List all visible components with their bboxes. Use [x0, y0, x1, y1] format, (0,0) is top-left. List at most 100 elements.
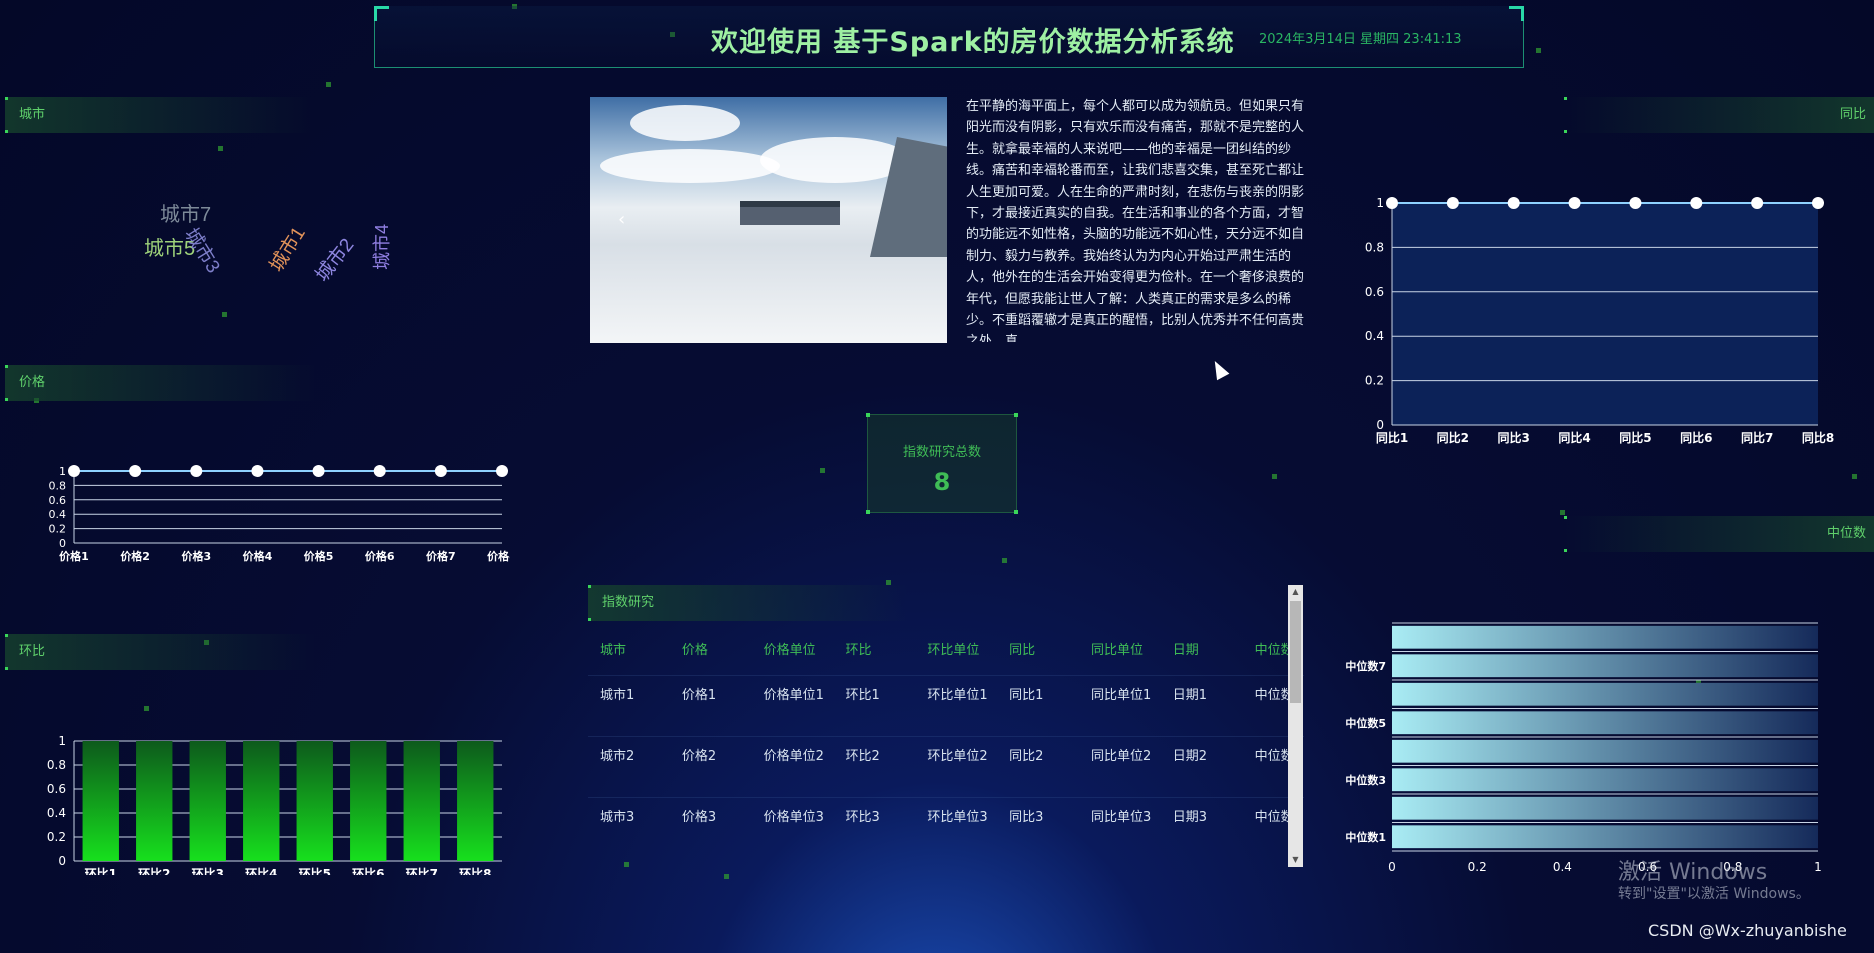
carousel-image[interactable]: ‹	[590, 97, 947, 343]
carousel-prev-icon[interactable]: ‹	[618, 209, 625, 230]
table-cell: 日期2	[1160, 735, 1243, 797]
x-tick-label: 价格8	[487, 549, 510, 563]
panel-title: 同比	[1839, 107, 1866, 122]
table-cell: 环比单位3	[915, 796, 998, 858]
cloud-shape	[600, 149, 780, 183]
table-cell: 同比单位3	[1078, 796, 1161, 858]
data-point	[1446, 197, 1459, 209]
bar	[1392, 711, 1818, 735]
particle	[144, 706, 149, 711]
x-tick-label: 0.4	[1553, 860, 1572, 874]
table-cell: 城市1	[588, 674, 670, 736]
panel-title: 中位数	[1826, 526, 1866, 541]
bar	[1392, 682, 1818, 706]
x-tick-label: 同比4	[1558, 430, 1590, 445]
table-scrollbar[interactable]: ▲ ▼	[1288, 585, 1303, 867]
y-tick-label: 0.2	[1365, 374, 1384, 388]
plot-area	[1392, 203, 1818, 425]
tongbi-line-chart: 0 0.2 0.4 0.6 0.8 1 同比1 同比2 同比3 同比4 同比5 同比6 同比7 同比8	[1365, 196, 1834, 445]
table-cell: 价格单位1	[751, 674, 834, 736]
data-point	[1507, 197, 1520, 209]
table-cell: 环比1	[833, 674, 916, 736]
data-point	[434, 465, 447, 477]
data-point	[1812, 197, 1824, 209]
particle	[1560, 510, 1565, 515]
y-tick-label: 0.8	[1365, 240, 1384, 254]
x-tick-label: 环比1	[85, 866, 117, 875]
table-cell: 价格3	[669, 796, 752, 858]
bar	[457, 741, 494, 861]
panel-title: 环比	[19, 644, 46, 659]
table-cell: 城市3	[588, 796, 670, 858]
x-tick-label: 环比4	[245, 866, 277, 875]
column-header[interactable]: 同比单位	[1079, 585, 1161, 675]
x-tick-label: 环比5	[299, 866, 331, 875]
x-tick-label: 0	[1388, 860, 1396, 874]
y-tick-label: 0	[58, 854, 66, 868]
table-row[interactable]: 城市1 价格1 价格单位1 环比1 环比单位1 同比1 同比单位1 日期1 中位…	[588, 674, 1304, 736]
table-cell: 价格1	[669, 674, 752, 736]
x-tick-label: 价格5	[304, 549, 334, 563]
bar	[189, 741, 226, 861]
panel-header-huanbi: 环比	[5, 634, 315, 670]
panel-title: 城市	[19, 107, 46, 122]
price-line-chart: 00.2 0.40.6 0.81 价格1 价格2 价格3 价格4 价格5 价格6 价格7 价格8	[49, 465, 510, 563]
scroll-up-icon[interactable]: ▲	[1288, 585, 1303, 599]
bar	[1392, 825, 1818, 849]
table-cell: 日期3	[1160, 796, 1243, 858]
x-tick-label: 同比8	[1802, 430, 1834, 445]
bar	[350, 741, 387, 861]
y-tick-label: 0.6	[49, 494, 67, 507]
data-point	[373, 465, 386, 477]
table-cell: 环比单位2	[915, 735, 998, 797]
x-tick-label: 价格1	[59, 549, 89, 563]
median-bar-chart: 0 0.2 0.4 0.6 0.8 1中位数1中位数3中位数5中位数7	[1345, 622, 1822, 874]
y-tick-label: 1	[59, 465, 66, 478]
scroll-down-icon[interactable]: ▼	[1288, 853, 1303, 867]
corner-mark	[866, 413, 870, 417]
table-row[interactable]: 城市2 价格2 价格单位2 环比2 环比单位2 同比2 同比单位2 日期2 中位…	[588, 735, 1304, 797]
data-point	[1386, 197, 1398, 209]
index-research-table[interactable]: 指数研究 城市 价格 价格单位 环比 环比单位 同比 同比单位 日期 中位数 城…	[588, 585, 1304, 867]
y-tick-label: 1	[1376, 196, 1384, 210]
data-table: 城市 价格 价格单位 环比 环比单位 同比 同比单位 日期 中位数 城市1 价格…	[588, 585, 1304, 858]
panel-header-index: 指数研究	[588, 585, 908, 621]
bar	[296, 741, 333, 861]
y-tick-label: 0.8	[47, 758, 66, 772]
particle	[218, 146, 223, 151]
x-tick-label: 同比1	[1376, 430, 1408, 445]
y-tick-label: 0.4	[1365, 329, 1384, 343]
mouse-cursor-icon	[1208, 357, 1230, 381]
data-point	[1629, 197, 1642, 209]
x-tick-label: 环比3	[192, 866, 224, 875]
table-cell: 环比3	[833, 796, 916, 858]
particle	[326, 82, 331, 87]
y-tick-label: 0.2	[47, 830, 66, 844]
corner-mark	[866, 510, 870, 514]
y-tick-label: 0.8	[49, 479, 67, 492]
bar	[82, 741, 119, 861]
column-header[interactable]: 日期	[1161, 585, 1243, 675]
x-tick-label: 价格4	[243, 549, 273, 563]
bar	[1392, 768, 1818, 792]
x-tick-label: 同比7	[1741, 430, 1773, 445]
y-tick-label: 0.4	[49, 508, 67, 521]
scrollbar-thumb[interactable]	[1290, 601, 1301, 703]
particle	[1272, 474, 1277, 479]
x-tick-label: 环比6	[352, 866, 384, 875]
panel-header-median: 中位数	[1564, 516, 1874, 552]
table-cell: 同比1	[997, 674, 1079, 736]
table-cell: 同比2	[997, 735, 1079, 797]
table-cell: 日期1	[1160, 674, 1243, 736]
column-header[interactable]: 同比	[997, 585, 1079, 675]
column-header[interactable]: 环比单位	[915, 585, 997, 675]
x-tick-label: 价格3	[181, 549, 211, 563]
cloud-word: 城市2	[311, 234, 359, 287]
panel-header-city: 城市	[5, 97, 315, 133]
bar	[1392, 739, 1818, 763]
bar	[1392, 654, 1818, 678]
data-point	[312, 465, 325, 477]
data-point	[1568, 197, 1581, 209]
y-tick-label: 中位数3	[1345, 773, 1386, 787]
table-row[interactable]: 城市3 价格3 价格单位3 环比3 环比单位3 同比3 同比单位3 日期3 中位…	[588, 796, 1304, 858]
